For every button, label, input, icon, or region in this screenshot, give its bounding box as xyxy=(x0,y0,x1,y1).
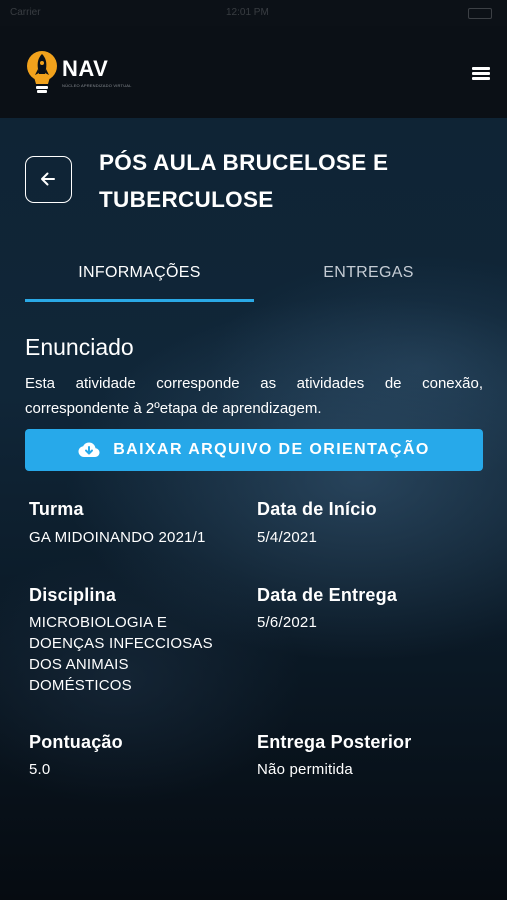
entrega-posterior-label: Entrega Posterior xyxy=(257,732,412,752)
entrega-posterior-value: Não permitida xyxy=(257,761,353,778)
turma-label: Turma xyxy=(29,499,84,519)
pontuacao-label: Pontuação xyxy=(29,732,123,752)
status-time: 12:01 PM xyxy=(226,7,269,18)
app-logo-subtitle: NÚCLEO APRENDIZADO VIRTUAL xyxy=(62,83,132,88)
page-title: PÓS AULA BRUCELOSE E TUBERCULOSE xyxy=(99,150,389,212)
arrow-left-icon xyxy=(41,172,55,186)
tab-bar: INFORMAÇÕES ENTREGAS xyxy=(25,250,483,304)
data-entrega-label: Data de Entrega xyxy=(257,585,398,605)
tab-informacoes[interactable]: INFORMAÇÕES xyxy=(25,250,254,300)
top-navigation-bar: NAV NÚCLEO APRENDIZADO VIRTUAL xyxy=(0,26,507,118)
statement-heading: Enunciado xyxy=(25,334,134,360)
disciplina-label: Disciplina xyxy=(29,585,117,605)
cloud-download-icon xyxy=(78,442,100,457)
disciplina-value: MICROBIOLOGIA E DOENÇAS INFECCIOSAS DOS … xyxy=(29,614,213,694)
download-button-label: BAIXAR ARQUIVO DE ORIENTAÇÃO xyxy=(113,441,430,458)
tab-entregas[interactable]: ENTREGAS xyxy=(254,250,483,300)
data-entrega-value: 5/6/2021 xyxy=(257,614,317,631)
pontuacao-value: 5.0 xyxy=(29,761,51,778)
battery-icon xyxy=(468,8,492,19)
status-bar: Carrier 12:01 PM xyxy=(0,0,507,26)
download-guidance-button[interactable]: BAIXAR ARQUIVO DE ORIENTAÇÃO xyxy=(25,429,483,471)
active-tab-indicator xyxy=(25,299,254,302)
statement-text: Esta atividade corresponde as atividades… xyxy=(25,375,483,417)
hamburger-menu-icon[interactable] xyxy=(470,64,492,82)
carrier-label: Carrier xyxy=(10,7,41,18)
turma-value: GA MIDOINANDO 2021/1 xyxy=(29,529,206,546)
back-button[interactable] xyxy=(25,156,72,203)
data-inicio-value: 5/4/2021 xyxy=(257,529,317,546)
app-logo-text: NAV xyxy=(62,56,109,81)
data-inicio-label: Data de Início xyxy=(257,499,377,519)
rocket-bulb-logo-icon xyxy=(27,51,57,93)
